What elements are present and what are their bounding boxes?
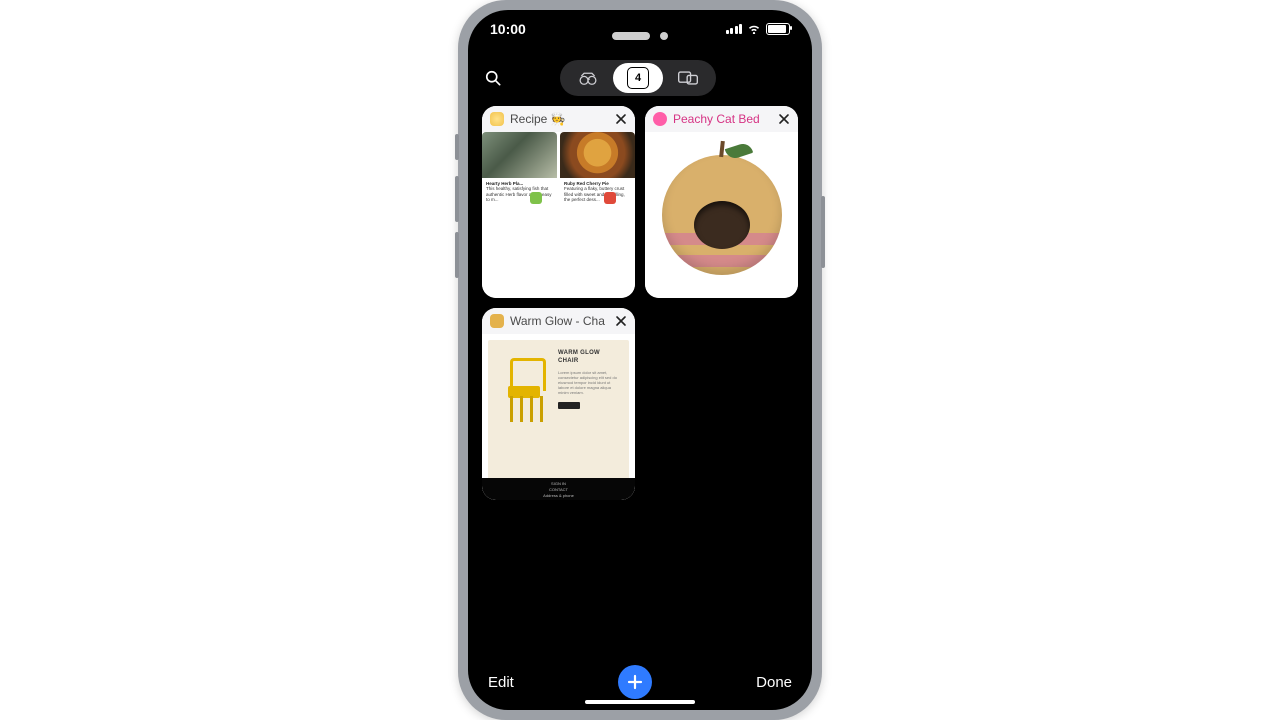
buy-button [558, 402, 580, 409]
tab-preview: WARM GLOW CHAIR Lorem ipsum dolor sit am… [482, 334, 635, 500]
done-button[interactable]: Done [756, 674, 792, 691]
wifi-icon [747, 24, 761, 34]
private-tabs-button[interactable] [563, 63, 613, 93]
search-button[interactable] [474, 68, 512, 88]
side-button-power [821, 196, 825, 268]
tab-preview [645, 132, 798, 298]
tab-title: Warm Glow - Cha [510, 314, 607, 328]
favicon-icon [490, 112, 504, 126]
open-tabs-button[interactable]: 4 [613, 63, 663, 93]
home-indicator[interactable] [585, 700, 695, 704]
screen: 10:00 4 [468, 10, 812, 710]
tab-card[interactable]: Recipe 🧑‍🍳 Hearty Herb Pla... This he [482, 106, 635, 298]
new-tab-button[interactable] [618, 665, 652, 699]
close-tab-button[interactable] [613, 313, 629, 329]
status-bar: 10:00 [468, 10, 812, 48]
product-image [502, 356, 546, 414]
battery-icon [766, 23, 790, 35]
badge-icon [530, 192, 542, 204]
tab-title: Peachy Cat Bed [673, 112, 770, 126]
edit-button[interactable]: Edit [488, 674, 514, 691]
top-controls: 4 [468, 58, 812, 98]
close-tab-button[interactable] [613, 111, 629, 127]
badge-icon [604, 192, 616, 204]
phone-frame: 10:00 4 [458, 0, 822, 720]
tab-preview: Hearty Herb Pla... This healthy, satisfy… [482, 132, 635, 298]
favicon-icon [653, 112, 667, 126]
tab-groups-button[interactable] [663, 63, 713, 93]
side-button-silence [455, 134, 459, 160]
side-button-volume-up [455, 176, 459, 222]
tab-count-badge: 4 [627, 67, 649, 89]
tab-group-segmented: 4 [560, 60, 716, 96]
cellular-icon [726, 24, 743, 34]
tab-grid: Recipe 🧑‍🍳 Hearty Herb Pla... This he [482, 106, 798, 654]
status-time: 10:00 [490, 21, 526, 37]
favicon-icon [490, 314, 504, 328]
tab-title: Recipe 🧑‍🍳 [510, 112, 607, 126]
tab-card[interactable]: Warm Glow - Cha [482, 308, 635, 500]
side-button-volume-down [455, 232, 459, 278]
product-image [662, 155, 782, 275]
close-tab-button[interactable] [776, 111, 792, 127]
tab-card[interactable]: Peachy Cat Bed [645, 106, 798, 298]
